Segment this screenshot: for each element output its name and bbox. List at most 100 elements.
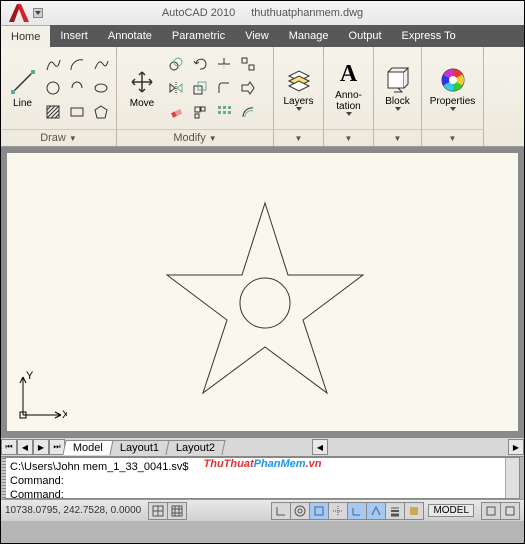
coordinates: 10738.0795, 242.7528, 0.0000 <box>5 505 141 516</box>
status-extra-2[interactable] <box>500 502 520 520</box>
ducs-button[interactable] <box>347 502 367 520</box>
annotation-label: Anno- tation <box>335 90 362 112</box>
svg-text:Y: Y <box>26 371 34 382</box>
ellipse-icon[interactable] <box>90 77 112 99</box>
scroll-right[interactable]: ▶ <box>508 439 524 455</box>
line-icon <box>9 68 37 96</box>
osnap-button[interactable] <box>309 502 329 520</box>
tab-nav-next[interactable]: ▶ <box>33 439 49 455</box>
polyline-icon[interactable] <box>42 53 64 75</box>
tab-nav-first[interactable]: ⏮ <box>1 439 17 455</box>
rectangle-icon[interactable] <box>66 101 88 123</box>
line-label: Line <box>13 98 32 109</box>
panel-properties: Properties ▼ <box>422 47 484 146</box>
tab-home[interactable]: Home <box>1 25 50 47</box>
chevron-down-icon <box>296 107 302 111</box>
tab-insert[interactable]: Insert <box>50 25 98 47</box>
tab-layout2[interactable]: Layout2 <box>166 440 226 455</box>
scrollbar[interactable] <box>505 458 519 498</box>
layers-icon <box>285 66 313 94</box>
layers-label: Layers <box>283 96 313 107</box>
dyn-button[interactable] <box>366 502 386 520</box>
extend-icon[interactable] <box>237 53 259 75</box>
layout-tab-bar: ⏮ ◀ ▶ ⏭ Model Layout1 Layout2 ◀ ▶ <box>1 437 524 457</box>
spline-icon[interactable] <box>90 53 112 75</box>
app-menu-button[interactable] <box>5 2 35 24</box>
panel-block-drop[interactable]: ▼ <box>374 129 421 146</box>
command-history-line: Command: <box>10 474 515 488</box>
arc-icon[interactable] <box>66 53 88 75</box>
status-extra-1[interactable] <box>481 502 501 520</box>
ribbon-tabs: Home Insert Annotate Parametric View Man… <box>1 25 524 47</box>
qp-button[interactable] <box>404 502 424 520</box>
copy-icon[interactable] <box>165 53 187 75</box>
tab-parametric[interactable]: Parametric <box>162 25 235 47</box>
chevron-down-icon <box>395 107 401 111</box>
rotate-icon[interactable] <box>189 53 211 75</box>
properties-label: Properties <box>430 96 476 107</box>
scroll-left[interactable]: ◀ <box>312 439 328 455</box>
polygon-icon[interactable] <box>90 101 112 123</box>
file-name: thuthuatphanmem.dwg <box>251 7 363 19</box>
tab-output[interactable]: Output <box>339 25 392 47</box>
erase-icon[interactable] <box>165 101 187 123</box>
tab-annotate[interactable]: Annotate <box>98 25 162 47</box>
panel-modify-title[interactable]: Modify▼ <box>117 129 273 146</box>
properties-button[interactable]: Properties <box>426 49 479 127</box>
circle-icon[interactable] <box>42 77 64 99</box>
panel-props-drop[interactable]: ▼ <box>422 129 483 146</box>
svg-text:X: X <box>62 409 67 421</box>
move-button[interactable]: Move <box>121 49 163 127</box>
text-icon: A <box>335 60 363 88</box>
layers-button[interactable]: Layers <box>278 49 319 127</box>
app-name: AutoCAD 2010 <box>162 7 235 19</box>
tab-manage[interactable]: Manage <box>279 25 339 47</box>
drawing-canvas[interactable]: Y X <box>7 153 518 431</box>
ortho-button[interactable] <box>271 502 291 520</box>
snap-button[interactable] <box>148 502 168 520</box>
command-history-line: C:\Users\John mem_1_33_0041.sv$ <box>10 460 515 474</box>
status-bar: 10738.0795, 242.7528, 0.0000 MODEL <box>1 499 524 521</box>
command-prompt: Command: <box>10 488 515 502</box>
grid-button[interactable] <box>167 502 187 520</box>
mirror-icon[interactable] <box>165 77 187 99</box>
panel-anno-drop[interactable]: ▼ <box>324 129 373 146</box>
fillet-icon[interactable] <box>213 77 235 99</box>
panel-annotation: A Anno- tation ▼ <box>324 47 374 146</box>
line-button[interactable]: Line <box>5 49 40 127</box>
panel-draw-title[interactable]: Draw▼ <box>1 129 116 146</box>
tab-express[interactable]: Express To <box>392 25 466 47</box>
chevron-down-icon <box>450 107 456 111</box>
model-space-button[interactable]: MODEL <box>428 504 474 517</box>
tab-view[interactable]: View <box>235 25 279 47</box>
polar-button[interactable] <box>290 502 310 520</box>
otrack-button[interactable] <box>328 502 348 520</box>
ucs-icon: Y X <box>15 371 67 423</box>
scale-icon[interactable] <box>189 77 211 99</box>
drawing-area-frame: Y X <box>1 147 524 437</box>
tab-model[interactable]: Model <box>62 440 113 455</box>
ribbon: Line Draw▼ Move <box>1 47 524 147</box>
panel-draw: Line Draw▼ <box>1 47 117 146</box>
chevron-down-icon <box>346 112 352 116</box>
tab-nav-prev[interactable]: ◀ <box>17 439 33 455</box>
trim-icon[interactable] <box>213 53 235 75</box>
annotation-button[interactable]: A Anno- tation <box>328 49 369 127</box>
explode-icon[interactable] <box>189 101 211 123</box>
ellipse-arc-icon[interactable] <box>66 77 88 99</box>
hatch-icon[interactable] <box>42 101 64 123</box>
stretch-icon[interactable] <box>237 77 259 99</box>
panel-layers: Layers ▼ <box>274 47 324 146</box>
tab-layout1[interactable]: Layout1 <box>109 440 169 455</box>
grip-icon[interactable] <box>2 458 6 498</box>
array-icon[interactable] <box>213 101 235 123</box>
move-icon <box>128 68 156 96</box>
block-button[interactable]: Block <box>378 49 417 127</box>
drawing-content <box>7 153 517 431</box>
command-window[interactable]: C:\Users\John mem_1_33_0041.sv$ Command:… <box>5 457 520 499</box>
block-icon <box>384 66 412 94</box>
panel-block: Block ▼ <box>374 47 422 146</box>
panel-layers-drop[interactable]: ▼ <box>274 129 323 146</box>
lwt-button[interactable] <box>385 502 405 520</box>
offset-icon[interactable] <box>237 101 259 123</box>
